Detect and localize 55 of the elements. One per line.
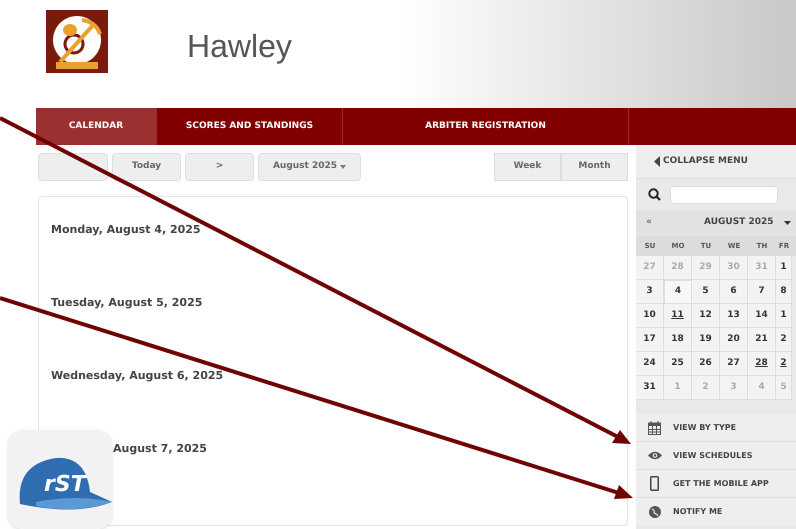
day-heading: August 7, 2025 [113, 441, 208, 457]
calendar-day[interactable]: 14 [748, 304, 776, 328]
site-title: Hawley [187, 27, 292, 66]
search-icon [648, 188, 661, 201]
phone-icon [650, 476, 659, 491]
calendar-day[interactable]: 10 [636, 304, 664, 328]
calendar-day[interactable]: 5 [692, 280, 720, 304]
calendar-day[interactable]: 31 [636, 376, 664, 400]
calendar-day[interactable]: 4 [664, 280, 692, 304]
toolbar-button[interactable]: Today [112, 153, 181, 181]
calendar-day[interactable]: 28 [748, 352, 776, 376]
calendar-day[interactable]: 21 [748, 328, 776, 352]
day-heading: Tuesday, August 5, 2025 [51, 295, 204, 311]
calendar-day[interactable]: 24 [636, 352, 664, 376]
view-button[interactable]: Week [494, 153, 561, 181]
calendar-day[interactable]: 19 [692, 328, 720, 352]
calendar-day[interactable]: 20 [720, 328, 748, 352]
calendar-day[interactable]: 3 [636, 280, 664, 304]
toolbar-button[interactable]: August 2025 [258, 153, 361, 181]
menu-item[interactable]: GET THE MOBILE APP [636, 470, 796, 497]
triangle-left-icon [654, 156, 660, 167]
calendar-day[interactable]: 6 [720, 280, 748, 304]
calendar-day[interactable]: 1 [776, 256, 792, 280]
caret-icon [340, 165, 346, 169]
view-button[interactable]: Month [561, 153, 628, 181]
calendar-day[interactable]: 2 [776, 352, 792, 376]
day-heading: Wednesday, August 6, 2025 [51, 368, 224, 384]
logo-icon [46, 10, 108, 73]
menu-item[interactable]: VIEW SCHEDULES [636, 442, 796, 469]
nav-tab[interactable]: CALENDAR [36, 108, 157, 145]
app-badge-text: rST [44, 471, 86, 499]
previous-month-button[interactable]: « [636, 216, 662, 230]
calendar-day[interactable]: 18 [664, 328, 692, 352]
previous-button[interactable] [38, 153, 108, 181]
calendar-day[interactable]: 2 [776, 328, 792, 352]
search-field[interactable] [670, 186, 778, 204]
calendar-day[interactable]: 27 [720, 352, 748, 376]
calendar-day[interactable]: 8 [776, 280, 792, 304]
day-heading: Monday, August 4, 2025 [51, 222, 202, 238]
menu-item[interactable]: VIEW BY TYPE [636, 414, 796, 441]
calendar-day[interactable]: 7 [748, 280, 776, 304]
calendar-day[interactable]: 11 [664, 304, 692, 328]
calendar-day[interactable]: 12 [692, 304, 720, 328]
calendar-icon [648, 420, 661, 434]
collapse-menu-button[interactable]: COLLAPSE MENU [636, 145, 796, 179]
toolbar-button[interactable]: > [185, 153, 254, 181]
caret-icon [784, 221, 790, 225]
calendar-day[interactable]: 17 [636, 328, 664, 352]
menu-item[interactable]: NOTIFY ME [636, 498, 796, 525]
calendar-day[interactable]: 1 [776, 304, 792, 328]
calendar-day[interactable]: 25 [664, 352, 692, 376]
eye-icon [648, 451, 662, 460]
calendar-day[interactable]: 13 [720, 304, 748, 328]
calendar-day[interactable]: 26 [692, 352, 720, 376]
month-title[interactable]: AUGUST 2025 [704, 216, 774, 230]
